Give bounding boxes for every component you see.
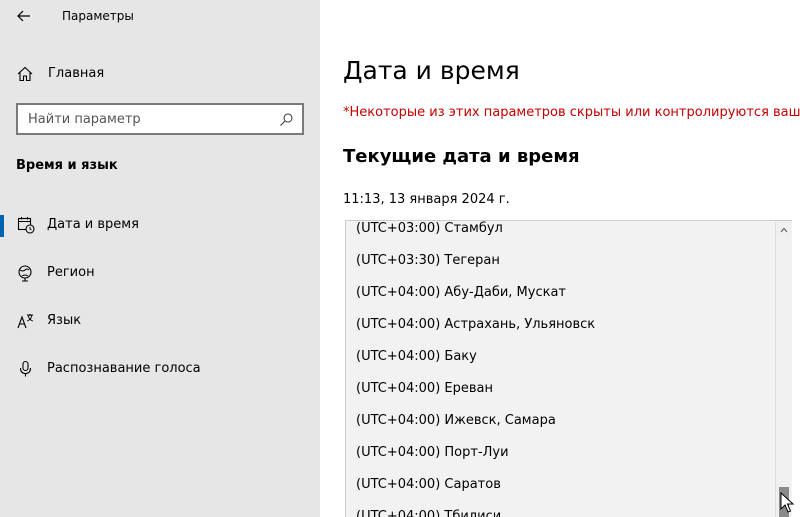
settings-window: Параметры Главная Найти параметр Время и…	[0, 0, 800, 517]
current-datetime: 11:13, 13 января 2024 г.	[343, 192, 510, 207]
sidebar-item-speech[interactable]: Распознавание голоса	[0, 349, 320, 389]
sidebar-item-label: Распознавание голоса	[47, 361, 201, 376]
list-item[interactable]: (UTC+03:00) Стамбул	[346, 221, 774, 245]
chevron-up-icon	[780, 227, 788, 233]
policy-warning: *Некоторые из этих параметров скрыты или…	[343, 105, 800, 120]
sidebar-item-language[interactable]: Язык	[0, 301, 320, 341]
search-placeholder: Найти параметр	[28, 112, 141, 127]
home-icon	[17, 66, 33, 82]
sidebar-item-label: Дата и время	[47, 217, 139, 232]
sidebar-section-title: Время и язык	[16, 158, 118, 173]
sidebar-item-home[interactable]: Главная	[0, 58, 320, 90]
timezone-dropdown-list[interactable]: (UTC+03:00) Стамбул (UTC+03:30) Тегеран …	[345, 220, 792, 517]
back-arrow-icon	[17, 10, 30, 22]
sidebar-item-label: Язык	[47, 313, 82, 328]
language-icon	[17, 314, 34, 329]
list-item[interactable]: (UTC+04:00) Саратов	[346, 469, 774, 501]
list-item[interactable]: (UTC+04:00) Порт-Луи	[346, 437, 774, 469]
scroll-up-button[interactable]	[776, 222, 792, 238]
list-item-label: (UTC+04:00) Абу-Даби, Мускат	[356, 285, 566, 300]
list-item-label: (UTC+04:00) Порт-Луи	[356, 445, 509, 460]
sidebar-item-region[interactable]: Регион	[0, 253, 320, 293]
list-item[interactable]: (UTC+04:00) Тбилиси	[346, 501, 774, 517]
list-item[interactable]: (UTC+04:00) Абу-Даби, Мускат	[346, 277, 774, 309]
list-item-label: (UTC+04:00) Астрахань, Ульяновск	[356, 317, 596, 332]
list-item-label: (UTC+04:00) Баку	[356, 349, 477, 364]
section-title: Текущие дата и время	[343, 146, 580, 167]
list-item[interactable]: (UTC+03:30) Тегеран	[346, 245, 774, 277]
titlebar: Параметры	[0, 0, 320, 34]
list-item-label: (UTC+04:00) Ереван	[356, 381, 493, 396]
sidebar-item-label: Регион	[47, 265, 95, 280]
back-button[interactable]	[10, 4, 38, 28]
list-item-label: (UTC+04:00) Ижевск, Самара	[356, 413, 556, 428]
calendar-clock-icon	[17, 217, 35, 234]
sidebar-item-label: Главная	[48, 66, 105, 81]
list-item-label: (UTC+03:00) Стамбул	[356, 221, 503, 236]
list-item[interactable]: (UTC+04:00) Астрахань, Ульяновск	[346, 309, 774, 341]
page-title: Дата и время	[343, 56, 520, 85]
globe-icon	[18, 265, 32, 282]
search-input[interactable]: Найти параметр	[16, 103, 304, 135]
search-icon[interactable]	[278, 112, 294, 128]
main-content: Дата и время *Некоторые из этих параметр…	[320, 0, 800, 517]
sidebar-item-date-time[interactable]: Дата и время	[0, 205, 320, 245]
app-title: Параметры	[62, 9, 134, 23]
list-item-label: (UTC+04:00) Тбилиси	[356, 509, 502, 517]
scrollbar[interactable]	[775, 222, 791, 517]
list-item-label: (UTC+03:30) Тегеран	[356, 253, 500, 268]
selected-indicator	[0, 215, 4, 237]
list-item[interactable]: (UTC+04:00) Ижевск, Самара	[346, 405, 774, 437]
sidebar: Параметры Главная Найти параметр Время и…	[0, 0, 320, 517]
mouse-cursor-icon	[780, 492, 795, 513]
list-item[interactable]: (UTC+04:00) Ереван	[346, 373, 774, 405]
microphone-icon	[19, 360, 32, 377]
list-item-label: (UTC+04:00) Саратов	[356, 477, 501, 492]
list-item[interactable]: (UTC+04:00) Баку	[346, 341, 774, 373]
